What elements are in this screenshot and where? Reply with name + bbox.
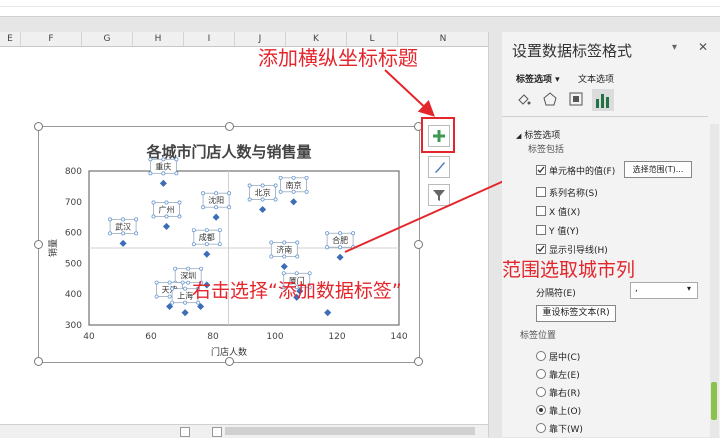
radio-left[interactable] xyxy=(536,369,546,379)
panel-options-dropdown-icon[interactable]: ▾ xyxy=(672,42,677,53)
section-label-options[interactable]: ◢ 标签选项 xyxy=(516,128,560,141)
separator-select[interactable]: , ▾ xyxy=(630,282,698,299)
annotation-right-click: 右击选择“添加数据标签” xyxy=(192,280,402,302)
collapse-triangle-icon: ◢ xyxy=(516,132,522,140)
label-series-name: 系列名称(S) xyxy=(549,189,598,199)
checkbox-x-value[interactable] xyxy=(536,206,546,216)
chevron-down-icon: ▾ xyxy=(687,284,692,293)
radio-center[interactable] xyxy=(536,351,546,361)
label-below: 靠下(W) xyxy=(549,425,583,435)
effects-icon[interactable] xyxy=(542,91,558,110)
label-above: 靠上(O) xyxy=(549,407,582,417)
checkbox-series-name[interactable] xyxy=(536,187,546,197)
fill-line-icon[interactable] xyxy=(516,91,532,110)
radio-right[interactable] xyxy=(536,387,546,397)
size-properties-icon[interactable] xyxy=(568,91,584,110)
label-left: 靠左(E) xyxy=(549,371,580,381)
label-center: 居中(C) xyxy=(549,353,581,363)
radio-above[interactable] xyxy=(536,405,546,415)
checkbox-leader-lines[interactable] xyxy=(536,244,546,254)
label-position-title: 标签位置 xyxy=(520,331,557,341)
reset-label-text-button[interactable]: 重设标签文本(R) xyxy=(536,305,616,322)
tab-label-options[interactable]: 标签选项 ▾ xyxy=(516,72,560,85)
label-cell-value: 单元格中的值(F) xyxy=(549,167,616,177)
panel-title: 设置数据标签格式 xyxy=(512,42,633,60)
label-right: 靠右(R) xyxy=(549,389,581,399)
checkbox-y-value[interactable] xyxy=(536,225,546,235)
panel-scrollbar[interactable] xyxy=(710,124,719,437)
separator-label: 分隔符(E) xyxy=(536,289,576,299)
format-data-labels-panel: 设置数据标签格式 ▾ ✕ 标签选项 ▾ 文本选项 ◢ 标签选项 标签包括 单元格… xyxy=(502,32,720,437)
close-icon[interactable]: ✕ xyxy=(698,40,708,54)
panel-scroll-thumb[interactable] xyxy=(711,382,717,420)
chevron-down-icon: ▾ xyxy=(555,75,560,85)
select-range-button[interactable]: 选择范围(T)... xyxy=(624,161,692,178)
label-x-value: X 值(X) xyxy=(549,208,581,218)
annotation-range: 范围选取城市列 xyxy=(502,259,636,281)
contains-label: 标签包括 xyxy=(528,145,565,155)
highlight-box-plus xyxy=(421,117,455,153)
label-y-value: Y 值(Y) xyxy=(549,227,579,237)
annotation-axis-titles: 添加横纵坐标标题 xyxy=(258,46,418,70)
label-options-icon[interactable] xyxy=(592,89,614,111)
radio-below[interactable] xyxy=(536,423,546,433)
checkbox-cell-value[interactable] xyxy=(536,165,546,175)
tab-text-options[interactable]: 文本选项 xyxy=(578,72,614,85)
